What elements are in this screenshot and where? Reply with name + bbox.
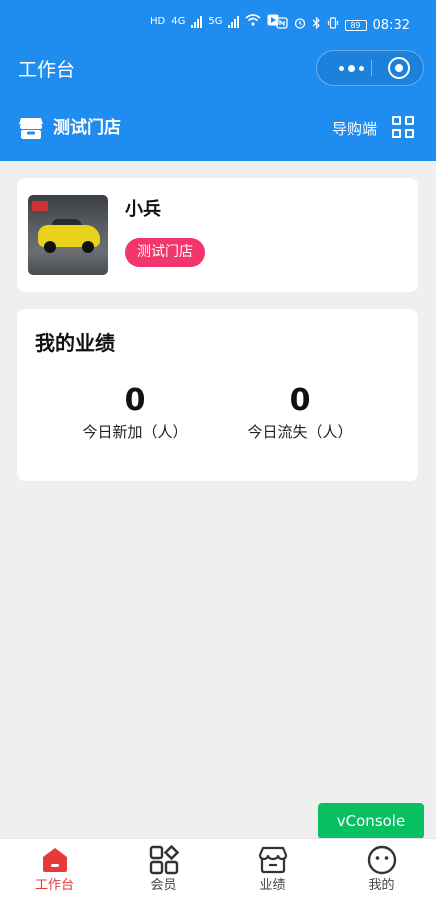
network-type-5g: 5G [208,16,223,27]
grid-icon[interactable] [392,116,414,138]
page-title: 工作台 [18,59,76,81]
close-miniprogram-icon[interactable] [388,57,410,79]
user-name: 小兵 [125,199,161,220]
wifi-icon [245,14,262,29]
guide-link[interactable]: 导购端 [332,118,377,140]
tab-label: 我的 [368,878,395,893]
stat-label: 今日新加（人） [82,423,188,441]
system-indicators: 89 08:32 [275,16,410,33]
store-icon [258,845,288,875]
tab-performance[interactable]: 业绩 [218,839,327,900]
stat-value: 0 [289,383,311,418]
network-type-4g: 4G [171,16,186,27]
bluetooth-icon [312,16,321,33]
vconsole-button[interactable]: vConsole [318,803,424,839]
store-name[interactable]: 测试门店 [53,116,121,140]
home-icon [40,845,70,875]
tab-members[interactable]: 会员 [109,839,218,900]
tab-label: 会员 [150,878,177,893]
tab-mine[interactable]: 我的 [327,839,436,900]
performance-card: 我的业绩 0 今日新加（人） 0 今日流失（人） [17,309,418,481]
stat-value: 0 [124,383,146,418]
tab-workbench[interactable]: 工作台 [0,839,109,900]
stat-lost-today: 0 今日流失（人） [210,383,390,443]
stat-label: 今日流失（人） [247,423,353,441]
store-tag: 测试门店 [125,238,205,267]
hd-badge: HD [150,16,166,27]
avatar[interactable] [28,195,108,275]
more-options-icon[interactable] [331,51,371,85]
status-time: 08:32 [372,17,410,33]
battery-icon: 89 [344,19,367,31]
apps-icon [149,844,180,875]
signal-icon-2 [228,15,240,28]
alarm-icon [294,17,306,33]
vibrate-icon [327,17,339,33]
nfc-icon [275,17,288,33]
tab-label: 业绩 [259,878,286,893]
capsule-divider [371,60,372,76]
tab-bar: 工作台 会员 业绩 我的 [0,838,436,900]
performance-title: 我的业绩 [35,331,115,355]
signal-icon [191,15,203,28]
network-indicators: HD 4G 5G [150,14,279,29]
status-bar: HD 4G 5G 89 08:32 [0,0,436,50]
miniprogram-capsule [316,50,424,86]
stat-new-today: 0 今日新加（人） [45,383,225,443]
profile-card: 小兵 测试门店 [17,178,418,292]
store-icon [18,116,44,140]
tab-label: 工作台 [34,878,74,893]
smiley-icon [367,845,397,875]
store-header: 测试门店 导购端 [0,100,436,161]
navigation-bar: 工作台 [0,50,436,100]
